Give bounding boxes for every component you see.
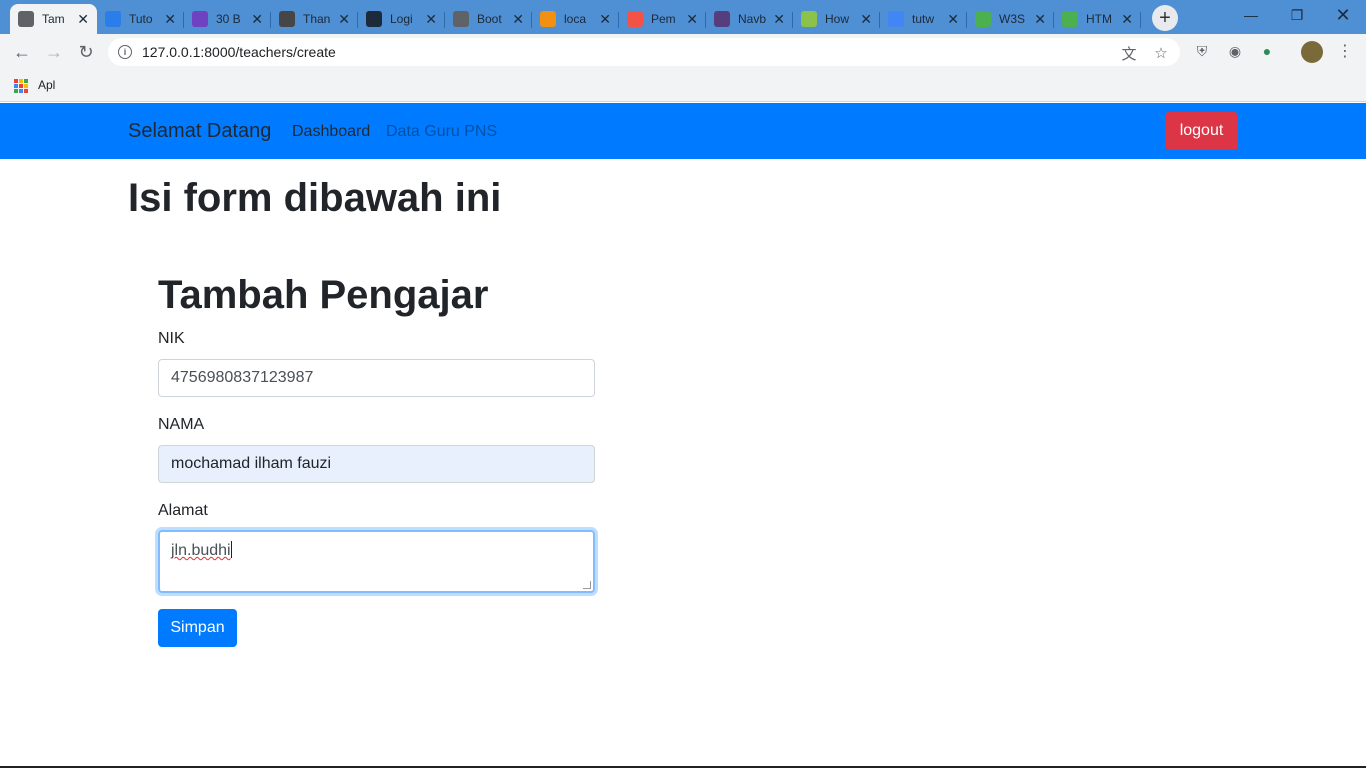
google-icon — [888, 11, 904, 27]
browser-tab-strip: Tam ✕ Tuto ✕ 30 B ✕ Than ✕ Logi ✕ Boot ✕ loca ✕ Pem ✕ Na… — [0, 0, 1366, 34]
globe-icon — [18, 11, 34, 27]
tab-close-icon[interactable]: ✕ — [947, 11, 959, 28]
colorlib-icon — [192, 11, 208, 27]
tab-title: Tuto — [129, 12, 153, 26]
nik-label: NIK — [158, 330, 185, 347]
browser-tab[interactable]: tutw ✕ — [880, 4, 967, 34]
browser-tab[interactable]: Logi ✕ — [358, 4, 445, 34]
address-bar[interactable]: i 127.0.0.1:8000/teachers/create 文 ☆ — [108, 38, 1180, 66]
minimize-button[interactable]: — — [1228, 0, 1274, 30]
tab-close-icon[interactable]: ✕ — [251, 11, 263, 28]
wordpress-icon — [279, 11, 295, 27]
tab-title: Boot — [477, 12, 502, 26]
browser-tab[interactable]: HTM ✕ — [1054, 4, 1141, 34]
simpan-button[interactable]: Simpan — [158, 609, 237, 647]
tab-title: tutw — [912, 12, 935, 26]
browser-tab[interactable]: Navb ✕ — [706, 4, 793, 34]
globe-icon — [453, 11, 469, 27]
phpmyadmin-icon — [540, 11, 556, 27]
tab-title: Than — [303, 12, 331, 26]
laravel-icon — [627, 11, 643, 27]
navbar-brand[interactable]: Selamat Datang — [128, 120, 271, 143]
nama-label: NAMA — [158, 416, 205, 433]
tab-close-icon[interactable]: ✕ — [1121, 11, 1133, 28]
tab-close-icon[interactable]: ✕ — [164, 11, 176, 28]
resize-handle[interactable] — [583, 581, 591, 589]
logout-button[interactable]: logout — [1165, 112, 1238, 150]
nav-link-dashboard[interactable]: Dashboard — [292, 123, 370, 141]
tab-close-icon[interactable]: ✕ — [860, 11, 872, 28]
browser-tab[interactable]: Tam ✕ — [10, 4, 97, 34]
alamat-textarea[interactable]: jln.budhi — [158, 530, 595, 593]
restore-button[interactable]: ❐ — [1274, 0, 1320, 30]
tab-title: Logi — [390, 12, 413, 26]
bookmark-star-icon[interactable]: ☆ — [1152, 44, 1170, 62]
browser-tab[interactable]: loca ✕ — [532, 4, 619, 34]
tab-close-icon[interactable]: ✕ — [338, 11, 350, 28]
tab-close-icon[interactable]: ✕ — [77, 11, 89, 28]
alamat-label: Alamat — [158, 502, 208, 519]
tab-title: loca — [564, 12, 587, 26]
translate-icon[interactable]: 文 — [1120, 44, 1138, 63]
tab-close-icon[interactable]: ✕ — [686, 11, 698, 28]
browser-tab[interactable]: 30 B ✕ — [184, 4, 271, 34]
nav-link-data-guru[interactable]: Data Guru PNS — [386, 123, 497, 141]
howto-icon — [801, 11, 817, 27]
nama-value: mochamad ilham fauzi — [171, 455, 332, 472]
home-icon — [366, 11, 382, 27]
url-text: 127.0.0.1:8000/teachers/create — [142, 44, 336, 60]
nik-value: 4756980837123987 — [171, 369, 314, 386]
browser-tab[interactable]: How ✕ — [793, 4, 880, 34]
profile-avatar[interactable] — [1301, 41, 1323, 63]
tab-title: W3S — [999, 12, 1026, 26]
globe-extension-icon[interactable]: ● — [1258, 42, 1276, 60]
apps-icon[interactable] — [14, 79, 28, 93]
tab-title: HTM — [1086, 12, 1112, 26]
menu-kebab-icon[interactable]: ⋮ — [1336, 42, 1354, 60]
shield-extension-icon[interactable]: ⛨ — [1193, 42, 1211, 60]
tab-title: Pem — [651, 12, 676, 26]
site-navbar: Selamat Datang Dashboard Data Guru PNS l… — [0, 103, 1366, 159]
w3schools-icon — [975, 11, 991, 27]
link-icon — [105, 11, 121, 27]
browser-toolbar: ← → ↻ i 127.0.0.1:8000/teachers/create 文… — [0, 34, 1366, 70]
page-title: Isi form dibawah ini — [128, 176, 502, 220]
tab-close-icon[interactable]: ✕ — [512, 11, 524, 28]
browser-tab[interactable]: Boot ✕ — [445, 4, 532, 34]
bootstrap-icon — [714, 11, 730, 27]
form-title: Tambah Pengajar — [158, 273, 489, 317]
back-button[interactable]: ← — [10, 40, 34, 64]
tab-separator — [1140, 12, 1141, 28]
browser-tab[interactable]: Pem ✕ — [619, 4, 706, 34]
new-tab-button[interactable]: + — [1152, 5, 1178, 31]
tab-title: Tam — [42, 12, 65, 26]
bookmarks-bar: Apl — [0, 70, 1366, 102]
close-window-button[interactable]: ✕ — [1320, 0, 1366, 30]
alamat-value: jln.budhi — [171, 542, 231, 559]
circle-extension-icon[interactable]: ◉ — [1226, 42, 1244, 60]
tab-close-icon[interactable]: ✕ — [773, 11, 785, 28]
tab-close-icon[interactable]: ✕ — [425, 11, 437, 28]
text-caret — [230, 541, 232, 558]
tab-close-icon[interactable]: ✕ — [599, 11, 611, 28]
tab-title: Navb — [738, 12, 767, 26]
tab-title: 30 B — [216, 12, 241, 26]
nik-input[interactable]: 4756980837123987 — [158, 359, 595, 397]
w3schools-icon — [1062, 11, 1078, 27]
tab-close-icon[interactable]: ✕ — [1034, 11, 1046, 28]
browser-tab[interactable]: W3S ✕ — [967, 4, 1054, 34]
apps-bookmark-label[interactable]: Apl — [38, 78, 55, 92]
reload-button[interactable]: ↻ — [74, 40, 98, 64]
forward-button[interactable]: → — [42, 40, 66, 64]
info-icon[interactable]: i — [118, 45, 132, 59]
tab-title: How — [825, 12, 850, 26]
browser-tab[interactable]: Tuto ✕ — [97, 4, 184, 34]
nama-input[interactable]: mochamad ilham fauzi — [158, 445, 595, 483]
browser-tab[interactable]: Than ✕ — [271, 4, 358, 34]
